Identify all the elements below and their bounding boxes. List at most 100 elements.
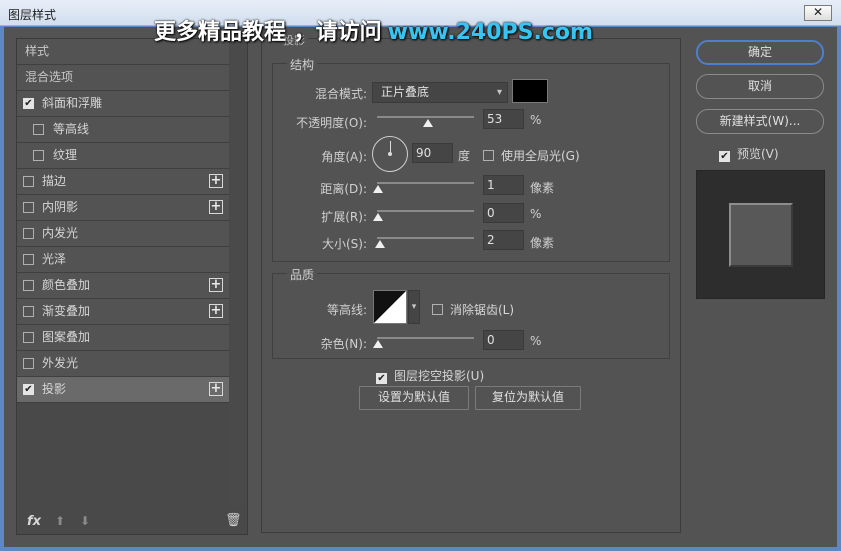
opacity-input[interactable]: 53	[483, 109, 524, 129]
style-preview	[696, 170, 825, 299]
layer-knocks-out-option[interactable]: ✔ 图层挖空投影(U)	[376, 367, 484, 384]
watermark-url: www.240PS.com	[387, 20, 593, 45]
spread-label: 扩展(R):	[321, 210, 367, 224]
angle-input[interactable]: 90	[412, 143, 453, 163]
make-default-button[interactable]: 设置为默认值	[359, 386, 469, 410]
add-instance-icon[interactable]: +	[209, 278, 223, 292]
watermark-text: 更多精品教程 ，请访问	[154, 20, 382, 45]
style-item-checkbox[interactable]	[23, 306, 34, 317]
reset-default-button[interactable]: 复位为默认值	[475, 386, 581, 410]
anti-alias-option[interactable]: 消除锯齿(L)	[432, 301, 514, 318]
styles-header-label: 样式	[25, 44, 50, 58]
style-item[interactable]: 等高线	[17, 117, 229, 143]
arrow-up-icon[interactable]: ⬆	[55, 514, 65, 528]
style-item-label: 内发光	[42, 226, 79, 240]
layer-knocks-out-checkbox[interactable]: ✔	[376, 373, 387, 384]
style-item[interactable]: 外发光	[17, 351, 229, 377]
style-item[interactable]: 颜色叠加 +	[17, 273, 229, 299]
watermark: 更多精品教程 ，请访问 www.240PS.com	[154, 14, 593, 46]
noise-slider[interactable]	[377, 337, 474, 339]
style-item-label: 斜面和浮雕	[42, 96, 103, 110]
distance-slider-thumb[interactable]	[373, 185, 383, 193]
use-global-light-option[interactable]: 使用全局光(G)	[483, 147, 580, 164]
opacity-label: 不透明度(O):	[296, 116, 367, 130]
style-item-checkbox[interactable]: ✔	[23, 384, 34, 395]
spread-slider-thumb[interactable]	[373, 213, 383, 221]
style-item-checkbox[interactable]	[23, 280, 34, 291]
preview-option[interactable]: ✔ 预览(V)	[719, 145, 779, 162]
styles-list-footer: fx ⬆ ⬇ 🗑	[17, 511, 247, 535]
style-item[interactable]: 光泽	[17, 247, 229, 273]
distance-slider[interactable]	[377, 182, 474, 184]
opacity-slider-thumb[interactable]	[423, 119, 433, 127]
preview-checkbox[interactable]: ✔	[719, 151, 730, 162]
add-instance-icon[interactable]: +	[209, 382, 223, 396]
style-item[interactable]: 内发光	[17, 221, 229, 247]
style-item-checkbox[interactable]: ✔	[23, 98, 34, 109]
angle-dial[interactable]	[372, 136, 408, 172]
fx-icon[interactable]: fx	[27, 514, 41, 529]
shadow-color-swatch[interactable]	[512, 79, 548, 103]
contour-dropdown[interactable]: ▾	[408, 290, 420, 324]
style-item-checkbox[interactable]	[23, 228, 34, 239]
style-item[interactable]: 图案叠加	[17, 325, 229, 351]
arrow-down-icon[interactable]: ⬇	[80, 514, 90, 528]
add-instance-icon[interactable]: +	[209, 200, 223, 214]
noise-label: 杂色(N):	[320, 337, 367, 351]
styles-list-scrollbar[interactable]	[229, 39, 247, 506]
cancel-button[interactable]: 取消	[696, 74, 824, 99]
blend-mode-select[interactable]: 正片叠底 ▾	[372, 82, 508, 103]
angle-unit: 度	[458, 149, 471, 163]
blending-options-item[interactable]: 混合选项	[17, 65, 229, 91]
add-instance-icon[interactable]: +	[209, 174, 223, 188]
size-slider[interactable]	[377, 237, 474, 239]
structure-group-label: 结构	[287, 56, 318, 73]
distance-unit: 像素	[530, 181, 555, 195]
layer-knocks-out-label: 图层挖空投影(U)	[394, 369, 485, 383]
style-item-checkbox[interactable]	[23, 176, 34, 187]
new-style-button[interactable]: 新建样式(W)...	[696, 109, 824, 134]
drop-shadow-panel: 投影 结构 混合模式: 正片叠底 ▾ 不透明度(O): 53 % 角度(A): …	[261, 32, 681, 533]
style-item-checkbox[interactable]	[33, 150, 44, 161]
style-item-checkbox[interactable]	[23, 254, 34, 265]
preview-label: 预览(V)	[737, 147, 779, 161]
style-item[interactable]: 纹理	[17, 143, 229, 169]
opacity-slider[interactable]	[377, 116, 474, 118]
anti-alias-label: 消除锯齿(L)	[450, 303, 515, 317]
contour-preview[interactable]	[373, 290, 407, 324]
style-item[interactable]: 描边 +	[17, 169, 229, 195]
blend-mode-value: 正片叠底	[381, 85, 430, 99]
spread-slider[interactable]	[377, 210, 474, 212]
style-item-label: 投影	[42, 382, 67, 396]
contour-curve	[374, 291, 406, 323]
style-item-label: 描边	[42, 174, 67, 188]
use-global-light-checkbox[interactable]	[483, 150, 494, 161]
opacity-unit: %	[530, 113, 542, 127]
chevron-down-icon: ▾	[496, 87, 502, 98]
size-slider-thumb[interactable]	[375, 240, 385, 248]
add-instance-icon[interactable]: +	[209, 304, 223, 318]
style-item-label: 内阴影	[42, 200, 79, 214]
ok-button[interactable]: 确定	[696, 40, 824, 65]
blending-options-label: 混合选项	[25, 70, 74, 84]
size-input[interactable]: 2	[483, 230, 524, 250]
style-item[interactable]: 内阴影 +	[17, 195, 229, 221]
quality-group-label: 品质	[287, 266, 318, 283]
spread-input[interactable]: 0	[483, 203, 524, 223]
style-item[interactable]: 渐变叠加 +	[17, 299, 229, 325]
distance-input[interactable]: 1	[483, 175, 524, 195]
style-item-label: 等高线	[53, 122, 90, 136]
noise-unit: %	[530, 334, 542, 348]
close-button[interactable]: ✕	[804, 5, 832, 21]
style-item-checkbox[interactable]	[23, 332, 34, 343]
trash-icon[interactable]: 🗑	[225, 513, 242, 528]
style-item-checkbox[interactable]	[23, 358, 34, 369]
style-item[interactable]: ✔ 投影 +	[17, 377, 229, 403]
noise-input[interactable]: 0	[483, 330, 524, 350]
style-item-checkbox[interactable]	[23, 202, 34, 213]
styles-list: 样式 混合选项 ✔ 斜面和浮雕等高线纹理描边 + 内阴影 + 内发光光泽 颜色叠加 + 渐变叠加…	[17, 39, 229, 403]
anti-alias-checkbox[interactable]	[432, 304, 443, 315]
style-item[interactable]: ✔ 斜面和浮雕	[17, 91, 229, 117]
style-item-checkbox[interactable]	[33, 124, 44, 135]
noise-slider-thumb[interactable]	[373, 340, 383, 348]
